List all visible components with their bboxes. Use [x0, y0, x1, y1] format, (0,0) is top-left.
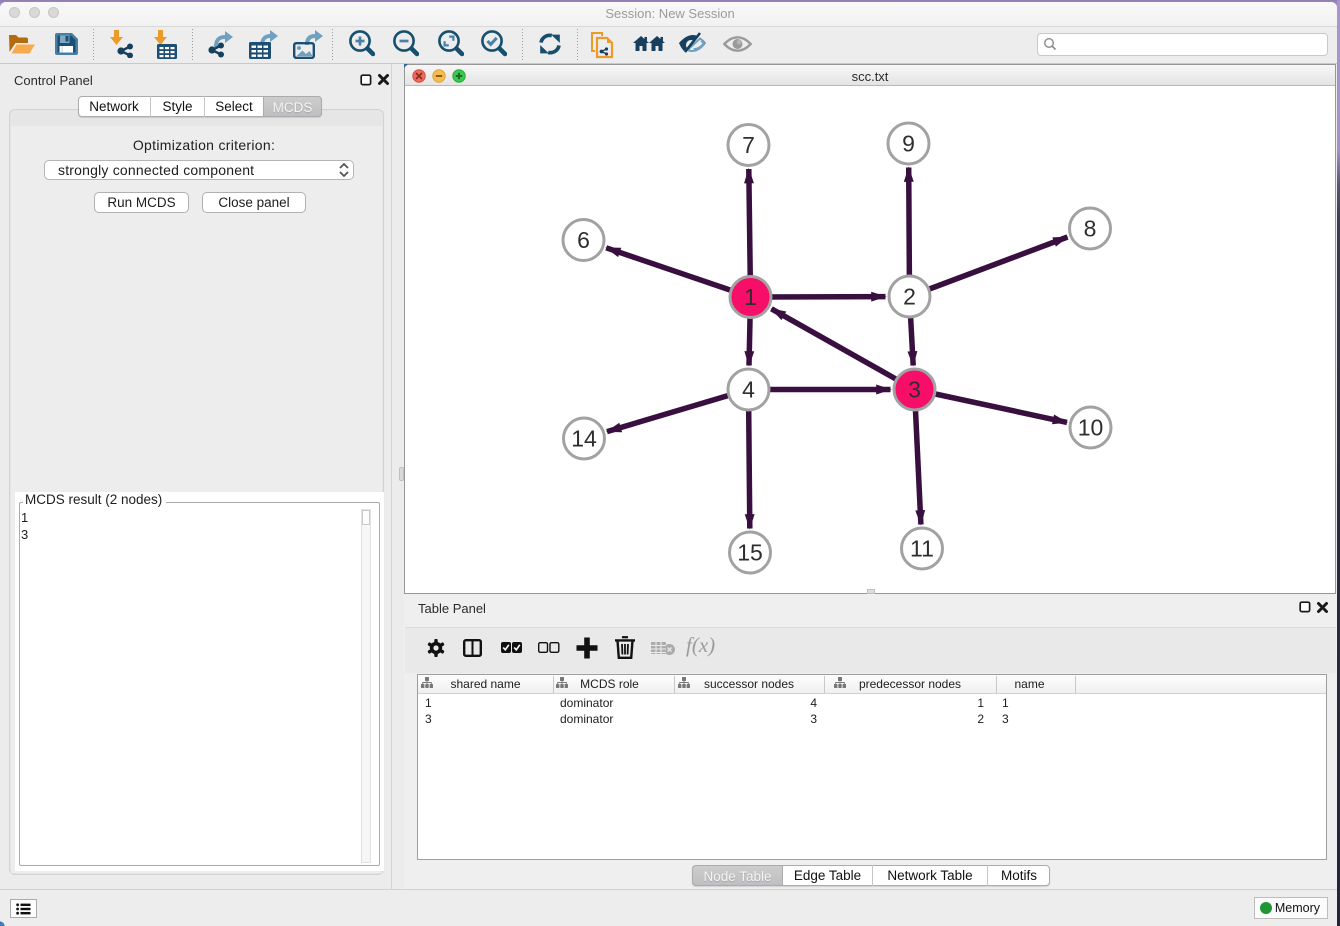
svg-text:6: 6: [577, 227, 590, 253]
svg-text:3: 3: [908, 377, 921, 403]
svg-text:11: 11: [910, 536, 934, 562]
svg-text:1: 1: [744, 284, 757, 310]
svg-text:9: 9: [902, 131, 915, 157]
svg-text:10: 10: [1078, 415, 1104, 441]
svg-text:8: 8: [1084, 216, 1097, 242]
svg-text:14: 14: [571, 426, 597, 452]
svg-text:7: 7: [742, 132, 755, 158]
svg-text:15: 15: [737, 540, 763, 566]
svg-text:4: 4: [742, 377, 755, 403]
svg-text:2: 2: [903, 284, 916, 310]
